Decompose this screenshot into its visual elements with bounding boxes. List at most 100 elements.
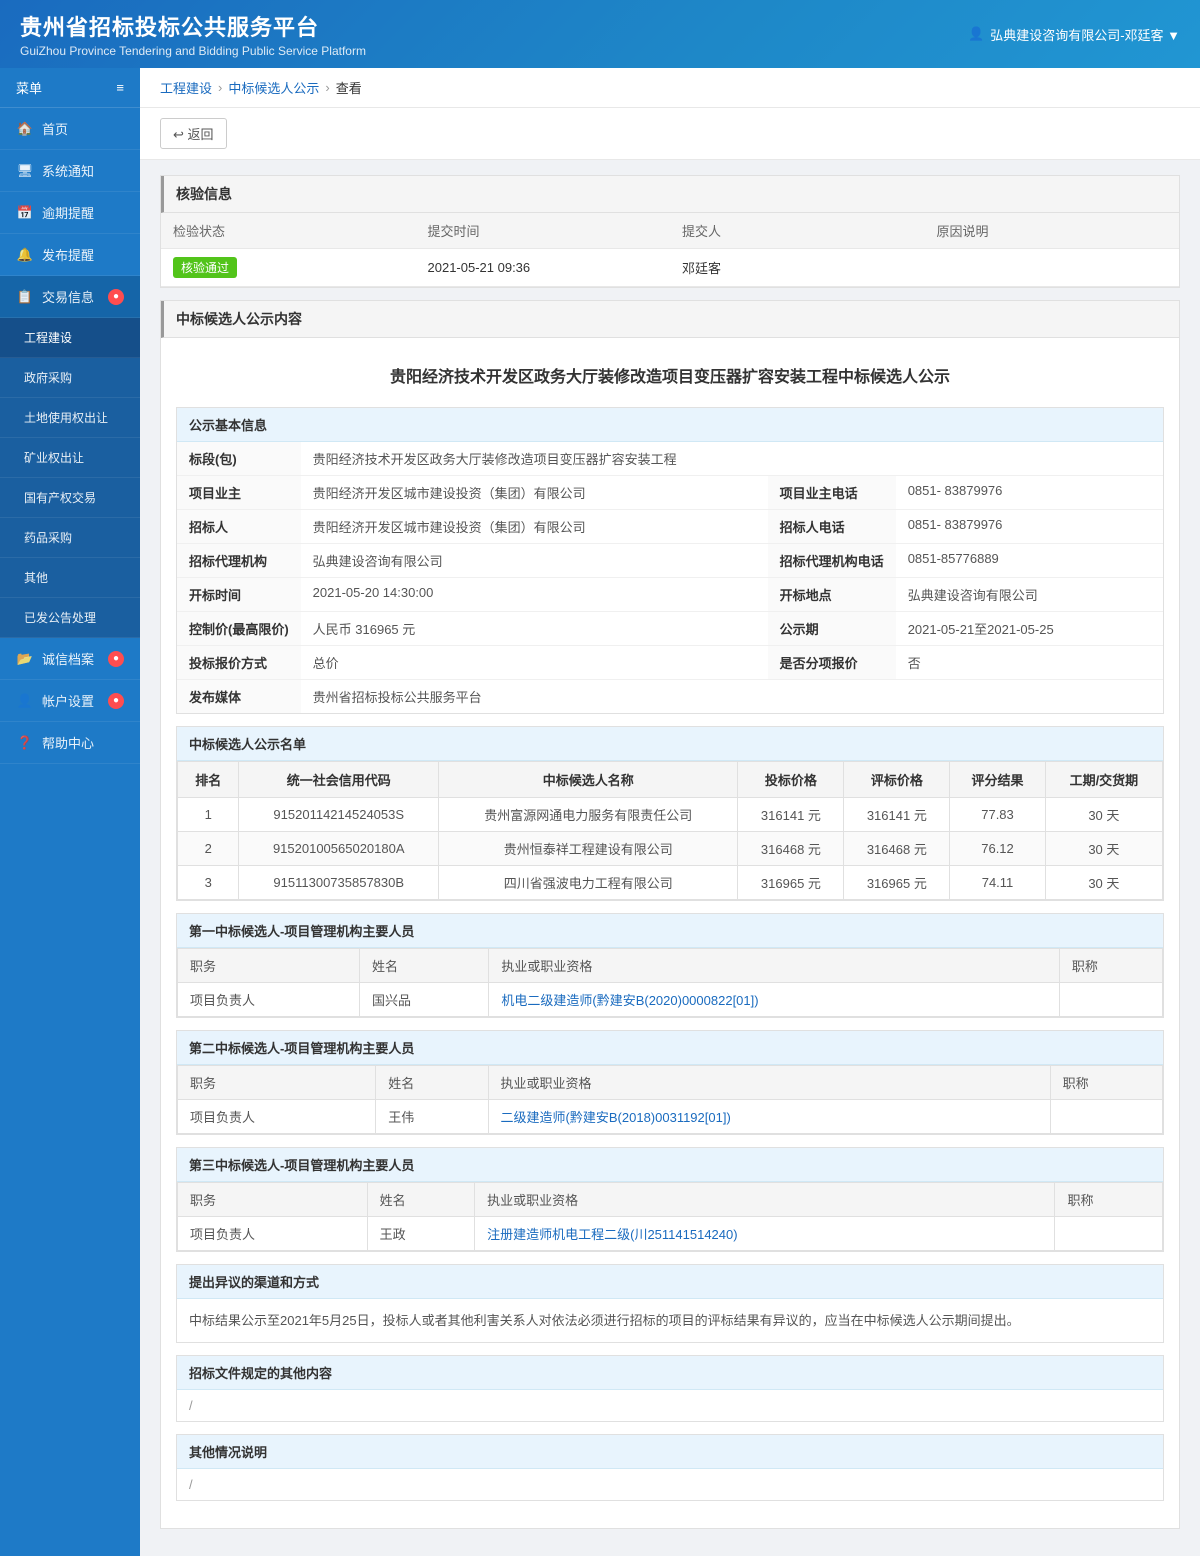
th-qual-1: 执业或职业资格 — [489, 949, 1059, 983]
verify-section-title: 核验信息 — [161, 176, 1179, 213]
main-layout: 菜单 ≡ 🏠 首页 🖥 系统通知 📅 逾期提醒 🔔 发布提醒 📋 交易信息 ● — [0, 68, 1200, 1556]
second-personnel-table: 职务 姓名 执业或职业资格 职称 项目负责人 王伟 二级 — [177, 1065, 1163, 1134]
home-icon: 🏠 — [16, 120, 34, 138]
sidebar-item-overdue[interactable]: 📅 逾期提醒 — [0, 192, 140, 234]
label-period: 公示期 — [768, 612, 896, 646]
th-title-2: 职称 — [1050, 1066, 1162, 1100]
name-3: 王政 — [367, 1217, 474, 1251]
label-land: 土地使用权出让 — [24, 409, 108, 426]
value-media: 贵州省招标投标公共服务平台 — [301, 680, 1163, 714]
ptitle-3 — [1055, 1217, 1163, 1251]
value-owner: 贵阳经济开发区城市建设投资（集团）有限公司 — [301, 476, 768, 510]
label-itemized: 是否分项报价 — [768, 646, 896, 680]
sidebar-item-engineering[interactable]: 工程建设 — [0, 318, 140, 358]
cell-period: 30 天 — [1045, 832, 1162, 866]
breadcrumb-sep-2: › — [325, 80, 329, 95]
th-role-2: 职务 — [178, 1066, 376, 1100]
col-bid-price: 投标价格 — [738, 762, 844, 798]
value-opentime: 2021-05-20 14:30:00 — [301, 578, 768, 612]
verify-header-reason: 原因说明 — [925, 213, 1180, 249]
cell-eval-price: 316468 元 — [844, 832, 950, 866]
role-3: 项目负责人 — [178, 1217, 368, 1251]
col-score: 评分结果 — [950, 762, 1045, 798]
verify-section: 核验信息 检验状态 提交时间 提交人 原因说明 核验通过 — [160, 175, 1180, 288]
sidebar-item-account[interactable]: 👤 帐户设置 ● — [0, 680, 140, 722]
verify-table: 检验状态 提交时间 提交人 原因说明 核验通过 2021-05-21 09:36 — [161, 213, 1179, 287]
table-row: 3 91511300735857830B 四川省强波电力工程有限公司 31696… — [178, 866, 1163, 900]
other-docs-content: / — [177, 1390, 1163, 1421]
verify-reason — [925, 249, 1180, 287]
info-row-control: 控制价(最高限价) 人民币 316965 元 公示期 2021-05-21至20… — [177, 612, 1163, 646]
label-opentime: 开标时间 — [177, 578, 301, 612]
content-body: 核验信息 检验状态 提交时间 提交人 原因说明 核验通过 — [140, 160, 1200, 1556]
cell-name: 贵州富源网通电力服务有限责任公司 — [439, 798, 738, 832]
user-icon: 👤 — [968, 26, 984, 42]
label-account: 帐户设置 — [42, 691, 94, 710]
qual-link-3[interactable]: 注册建造师机电工程二级(川251141514240) — [487, 1227, 737, 1242]
cell-code: 91520114214524053S — [239, 798, 439, 832]
status-badge: 核验通过 — [173, 257, 237, 278]
info-row-bidtype: 投标报价方式 总价 是否分项报价 否 — [177, 646, 1163, 680]
sidebar-item-other[interactable]: 其他 — [0, 558, 140, 598]
name-2: 王伟 — [376, 1100, 488, 1134]
ptitle-2 — [1050, 1100, 1162, 1134]
first-candidate-title: 第一中标候选人-项目管理机构主要人员 — [177, 914, 1163, 948]
sidebar-item-credit[interactable]: 📂 诚信档案 ● — [0, 638, 140, 680]
other-info-title: 其他情况说明 — [177, 1435, 1163, 1469]
second-personnel-header: 职务 姓名 执业或职业资格 职称 — [178, 1066, 1163, 1100]
verify-submitter: 邓廷客 — [670, 249, 925, 287]
credit-icon: 📂 — [16, 650, 34, 668]
breadcrumb-sep-1: › — [218, 80, 222, 95]
label-owner-tel: 项目业主电话 — [768, 476, 896, 510]
sidebar-item-trade[interactable]: 📋 交易信息 ● — [0, 276, 140, 318]
sidebar-item-state-assets[interactable]: 国有产权交易 — [0, 478, 140, 518]
breadcrumb-engineering[interactable]: 工程建设 — [160, 78, 212, 97]
sidebar-menu-toggle[interactable]: 菜单 ≡ — [0, 68, 140, 108]
third-candidate-card: 第三中标候选人-项目管理机构主要人员 职务 姓名 执业或职业资格 职称 — [176, 1147, 1164, 1252]
content: 工程建设 › 中标候选人公示 › 查看 ↩ 返回 核验信息 检验状态 提交时间 — [140, 68, 1200, 1556]
qual-link-1[interactable]: 机电二级建造师(黔建安B(2020)0000822[01]) — [501, 993, 758, 1008]
sidebar-item-home[interactable]: 🏠 首页 — [0, 108, 140, 150]
dispute-text: 中标结果公示至2021年5月25日，投标人或者其他利害关系人对依法必须进行招标的… — [177, 1299, 1163, 1342]
th-qual-2: 执业或职业资格 — [488, 1066, 1050, 1100]
th-name-2: 姓名 — [376, 1066, 488, 1100]
label-credit: 诚信档案 — [42, 649, 94, 668]
label-engineering: 工程建设 — [24, 329, 72, 346]
th-role-3: 职务 — [178, 1183, 368, 1217]
announcement-body: 贵阳经济技术开发区政务大厅装修改造项目变压器扩容安装工程中标候选人公示 公示基本… — [161, 338, 1179, 1528]
col-eval-price: 评标价格 — [844, 762, 950, 798]
other-info-content: / — [177, 1469, 1163, 1500]
sidebar-item-processed[interactable]: 已发公告处理 — [0, 598, 140, 638]
sidebar-item-land[interactable]: 土地使用权出让 — [0, 398, 140, 438]
col-period: 工期/交货期 — [1045, 762, 1162, 798]
breadcrumb: 工程建设 › 中标候选人公示 › 查看 — [140, 68, 1200, 108]
sidebar-item-publish[interactable]: 🔔 发布提醒 — [0, 234, 140, 276]
third-personnel-header: 职务 姓名 执业或职业资格 职称 — [178, 1183, 1163, 1217]
candidates-table: 排名 统一社会信用代码 中标候选人名称 投标价格 评标价格 评分结果 工期/交货… — [177, 761, 1163, 900]
qual-link-2[interactable]: 二级建造师(黔建安B(2018)0031192[01]) — [501, 1110, 731, 1125]
sidebar-item-sys-notify[interactable]: 🖥 系统通知 — [0, 150, 140, 192]
announcement-section: 中标候选人公示内容 贵阳经济技术开发区政务大厅装修改造项目变压器扩容安装工程中标… — [160, 300, 1180, 1529]
verify-header-submitter: 提交人 — [670, 213, 925, 249]
back-button[interactable]: ↩ 返回 — [160, 118, 227, 149]
sidebar-item-mining[interactable]: 矿业权出让 — [0, 438, 140, 478]
sidebar-item-medicine[interactable]: 药品采购 — [0, 518, 140, 558]
label-owner: 项目业主 — [177, 476, 301, 510]
cell-rank: 2 — [178, 832, 239, 866]
label-bidtype: 投标报价方式 — [177, 646, 301, 680]
cell-name: 四川省强波电力工程有限公司 — [439, 866, 738, 900]
label-openlocation: 开标地点 — [768, 578, 896, 612]
sidebar-item-help[interactable]: ❓ 帮助中心 — [0, 722, 140, 764]
breadcrumb-announcement[interactable]: 中标候选人公示 — [228, 78, 319, 97]
header-user[interactable]: 👤 弘典建设咨询有限公司-邓廷客 ▼ — [968, 25, 1180, 44]
info-row-segment: 标段(包) 贵阳经济技术开发区政务大厅装修改造项目变压器扩容安装工程 — [177, 442, 1163, 476]
cell-eval-price: 316965 元 — [844, 866, 950, 900]
second-personnel-row: 项目负责人 王伟 二级建造师(黔建安B(2018)0031192[01]) — [178, 1100, 1163, 1134]
header-subtitle: GuiZhou Province Tendering and Bidding P… — [20, 44, 366, 58]
sidebar-label-trade: 交易信息 — [42, 287, 94, 306]
bell-icon: 🔔 — [16, 246, 34, 264]
cell-bid-price: 316468 元 — [738, 832, 844, 866]
sidebar-item-gov-purchase[interactable]: 政府采购 — [0, 358, 140, 398]
label-processed: 已发公告处理 — [24, 609, 96, 626]
value-agency-tel: 0851-85776889 — [896, 544, 1163, 578]
